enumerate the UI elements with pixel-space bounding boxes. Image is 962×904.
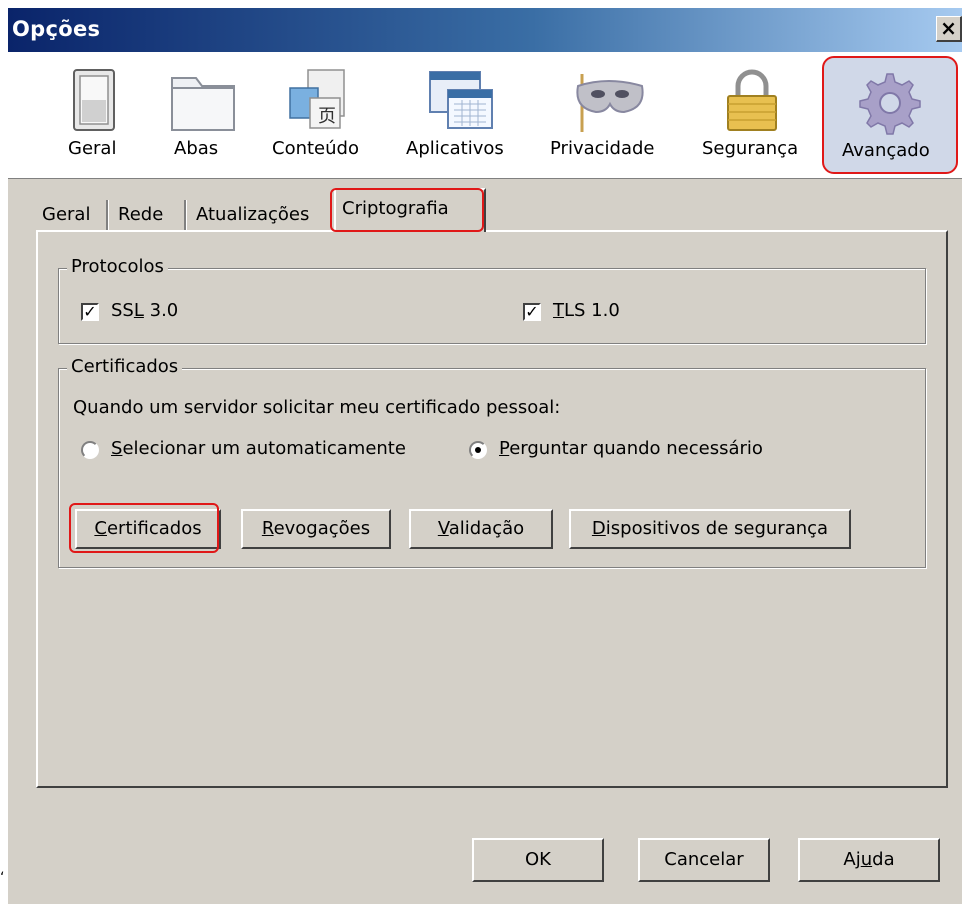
toolbar-item-label: Aplicativos [406, 138, 504, 159]
tls-label[interactable]: TLS 1.0 [553, 300, 620, 321]
toolbar-item-label: Avançado [842, 140, 930, 161]
svg-text:页: 页 [318, 106, 336, 127]
window-title: Opções [12, 17, 101, 41]
certificate-prompt: Quando um servidor solicitar meu certifi… [73, 397, 561, 418]
stray-mark: ‘ [0, 870, 5, 886]
toolbar-item-seguranca[interactable]: Segurança [698, 52, 808, 176]
tab-criptografia[interactable]: Criptografia [334, 188, 486, 232]
cancel-button[interactable]: Cancelar [638, 838, 770, 882]
toolbar-item-conteudo[interactable]: 页 Conteúdo [264, 52, 374, 176]
close-button[interactable]: × [936, 16, 962, 42]
radio-select-automatically[interactable] [81, 441, 99, 459]
ssl-checkbox[interactable]: ✓ [81, 303, 99, 321]
radio-ask-when-needed-label[interactable]: Perguntar quando necessário [499, 438, 763, 459]
title-bar[interactable]: Opções × [8, 8, 962, 52]
certificados-button[interactable]: Certificados [75, 509, 221, 549]
toolbar-item-abas[interactable]: Abas [158, 52, 248, 176]
tls-checkbox[interactable]: ✓ [523, 303, 541, 321]
toolbar-item-avancado[interactable]: Avançado [822, 56, 958, 174]
toolbar-item-label: Geral [68, 138, 117, 159]
toolbar-item-geral[interactable]: Geral [48, 52, 138, 176]
tab-separator [184, 200, 187, 230]
radio-selected-dot [475, 447, 481, 453]
check-mark-icon: ✓ [525, 302, 539, 321]
radio-ask-when-needed[interactable] [469, 441, 487, 459]
toolbar-item-label: Conteúdo [272, 138, 359, 159]
validacao-button[interactable]: Validação [409, 509, 553, 549]
switch-icon [64, 66, 134, 136]
document-content-icon: 页 [280, 66, 350, 136]
category-toolbar: Geral Abas 页 Conteúdo Aplicativos Privac… [8, 52, 962, 179]
toolbar-item-label: Segurança [702, 138, 799, 159]
tab-geral[interactable]: Geral [36, 198, 96, 232]
criptografia-panel: Protocolos ✓ SSL 3.0 ✓ TLS 1.0 Certifica… [36, 230, 948, 788]
gear-icon [854, 68, 924, 138]
help-button[interactable]: Ajuda [798, 838, 940, 882]
toolbar-item-privacidade[interactable]: Privacidade [544, 52, 674, 176]
dispositivos-button[interactable]: Dispositivos de segurança [569, 509, 851, 549]
protocols-legend: Protocolos [67, 256, 168, 277]
close-icon: × [940, 16, 957, 40]
toolbar-item-label: Privacidade [550, 138, 655, 159]
ssl-label[interactable]: SSL 3.0 [111, 300, 178, 321]
radio-select-automatically-label[interactable]: Selecionar um automaticamente [111, 438, 406, 459]
options-dialog: Opções × Geral Abas 页 Conteúdo Aplicativ… [8, 8, 962, 904]
tab-rede[interactable]: Rede [112, 198, 169, 232]
check-mark-icon: ✓ [83, 302, 97, 321]
certificates-legend: Certificados [67, 356, 183, 377]
padlock-icon [720, 66, 790, 136]
revogacoes-button[interactable]: Revogações [241, 509, 391, 549]
folder-tabs-icon [166, 66, 236, 136]
certificates-group: Certificados Quando um servidor solicita… [58, 356, 926, 568]
toolbar-item-label: Abas [174, 138, 219, 159]
application-window-icon [424, 66, 494, 136]
ok-button[interactable]: OK [472, 838, 604, 882]
tab-separator [106, 200, 109, 230]
protocols-group: Protocolos ✓ SSL 3.0 ✓ TLS 1.0 [58, 256, 926, 344]
mask-icon [570, 66, 644, 136]
toolbar-item-aplicativos[interactable]: Aplicativos [400, 52, 520, 176]
tab-atualizacoes[interactable]: Atualizações [190, 198, 315, 232]
